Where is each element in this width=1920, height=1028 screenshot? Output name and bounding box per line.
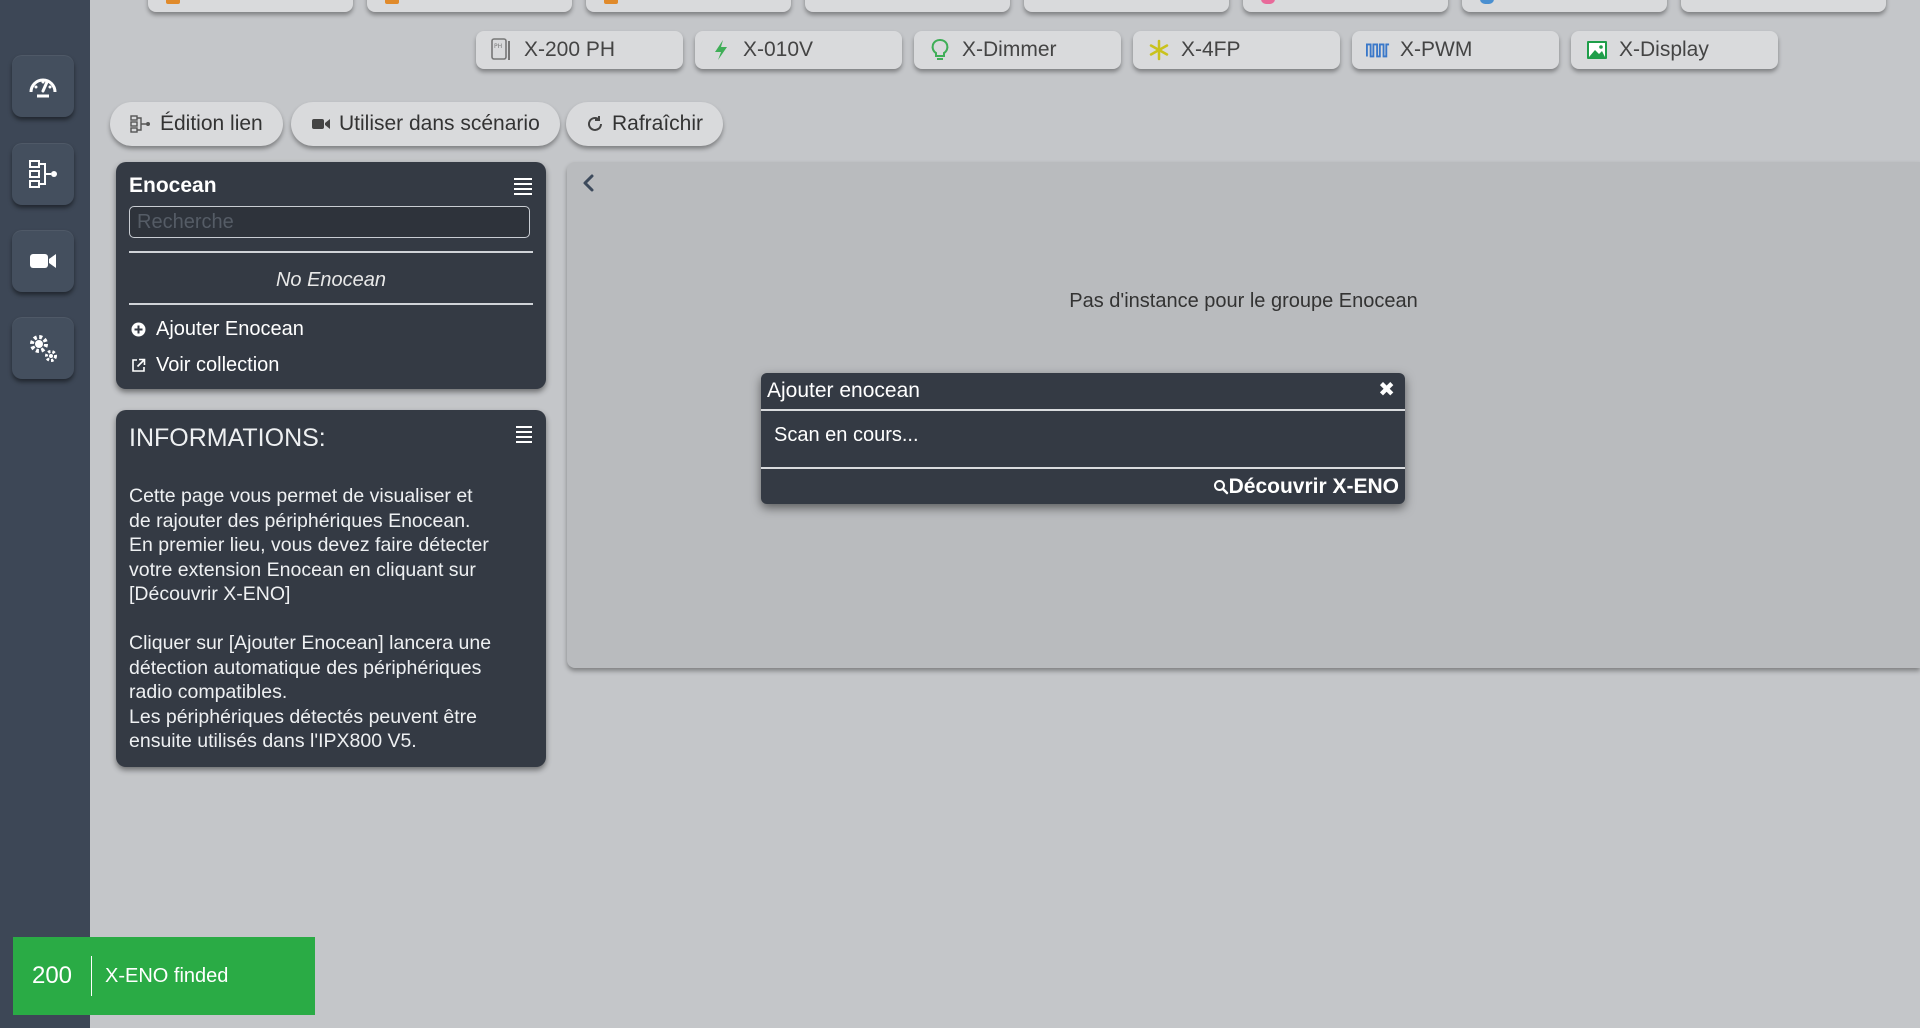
extension-button-xdimmer[interactable]: X-Dimmer <box>914 31 1121 69</box>
extension-button-partial[interactable] <box>1024 0 1229 12</box>
use-in-scenario-button[interactable]: Utiliser dans scénario <box>291 102 560 146</box>
close-icon[interactable]: ✖ <box>1378 377 1395 402</box>
add-enocean-label: Ajouter Enocean <box>156 318 304 340</box>
extension-label: X-Display <box>1619 38 1709 61</box>
refresh-icon <box>586 115 604 133</box>
extension-button-partial[interactable] <box>367 0 572 12</box>
use-in-scenario-label: Utiliser dans scénario <box>339 112 540 135</box>
extension-label: X-010V <box>743 38 814 61</box>
search-icon <box>1213 480 1228 495</box>
refresh-label: Rafraîchir <box>612 112 704 135</box>
extension-button-xdisplay[interactable]: X-Display <box>1571 31 1778 69</box>
extension-label: X-4FP <box>1181 38 1241 61</box>
extension-button-x200ph[interactable]: PH X-200 PH <box>476 31 683 69</box>
empty-list-text: No Enocean <box>275 269 387 291</box>
discover-xeno-label: Découvrir X-ENO <box>1228 475 1399 498</box>
link-tree-icon <box>130 115 152 133</box>
video-camera-icon <box>30 254 56 268</box>
add-enocean-link[interactable]: Ajouter Enocean <box>130 318 304 341</box>
view-collection-label: Voir collection <box>156 354 280 376</box>
divider <box>129 303 533 305</box>
divider <box>129 251 533 253</box>
extension-button-partial[interactable] <box>1462 0 1667 12</box>
ph-probe-icon: PH <box>490 38 514 62</box>
toast-message: X-ENO finded <box>105 964 229 987</box>
svg-text:PH: PH <box>494 43 502 50</box>
video-camera-icon <box>311 117 331 131</box>
settings-button[interactable] <box>12 317 74 379</box>
modal-title: Ajouter enocean <box>767 379 920 402</box>
scenario-button[interactable] <box>12 230 74 292</box>
info-title: INFORMATIONS: <box>129 424 326 452</box>
search-input[interactable] <box>129 206 530 238</box>
image-icon <box>1585 38 1609 62</box>
refresh-button[interactable]: Rafraîchir <box>566 102 724 146</box>
plus-circle-icon <box>130 322 146 338</box>
info-panel: INFORMATIONS: Cette page vous permet de … <box>116 410 546 767</box>
sidebar <box>0 0 90 1028</box>
chevron-left-icon[interactable] <box>579 172 599 194</box>
snowflake-icon <box>1147 38 1171 62</box>
enocean-panel: Enocean No Enocean Ajouter Enocean Voir … <box>116 162 546 389</box>
pwm-wave-icon <box>1366 38 1390 62</box>
info-text: Cette page vous permet de visualiser et … <box>129 484 524 778</box>
edit-link-button[interactable]: Édition lien <box>110 102 283 146</box>
extension-label: X-Dimmer <box>962 38 1057 61</box>
empty-instance-message: Pas d'instance pour le groupe Enocean <box>1069 290 1418 312</box>
extension-button-partial[interactable] <box>805 0 1010 12</box>
dashboard-icon <box>29 78 57 98</box>
gears-icon <box>30 335 57 362</box>
bolt-icon <box>709 38 733 62</box>
extension-label: X-200 PH <box>524 38 616 61</box>
extension-button-partial[interactable] <box>1681 0 1886 12</box>
list-icon[interactable] <box>516 426 532 443</box>
external-link-icon <box>130 358 146 374</box>
modal-status-text: Scan en cours... <box>774 424 919 446</box>
toast-notification[interactable]: 200 X-ENO finded <box>13 937 315 1015</box>
info-paragraph: Cette page vous permet de visualiser et … <box>129 485 489 605</box>
add-enocean-modal: Ajouter enocean ✖ Scan en cours... Décou… <box>761 373 1405 504</box>
info-paragraph: Cliquer sur [Ajouter Enocean] lancera un… <box>129 632 492 752</box>
toast-status-code: 200 <box>13 956 92 996</box>
list-icon[interactable] <box>514 178 532 195</box>
discover-xeno-button[interactable]: Découvrir X-ENO <box>1213 475 1399 499</box>
link-tree-icon <box>29 160 57 188</box>
extension-button-x4fp[interactable]: X-4FP <box>1133 31 1340 69</box>
edit-link-label: Édition lien <box>160 112 263 135</box>
divider <box>761 467 1405 469</box>
links-button[interactable] <box>12 143 74 205</box>
extension-button-partial[interactable] <box>1243 0 1448 12</box>
extension-button-xpwm[interactable]: X-PWM <box>1352 31 1559 69</box>
bulb-icon <box>928 38 952 62</box>
extension-button-partial[interactable] <box>586 0 791 12</box>
divider <box>761 409 1405 411</box>
dashboard-button[interactable] <box>12 55 74 117</box>
view-collection-link[interactable]: Voir collection <box>130 354 279 377</box>
panel-title: Enocean <box>129 174 217 197</box>
extension-label: X-PWM <box>1400 38 1473 61</box>
extension-button-partial[interactable] <box>148 0 353 12</box>
extension-button-x010v[interactable]: X-010V <box>695 31 902 69</box>
